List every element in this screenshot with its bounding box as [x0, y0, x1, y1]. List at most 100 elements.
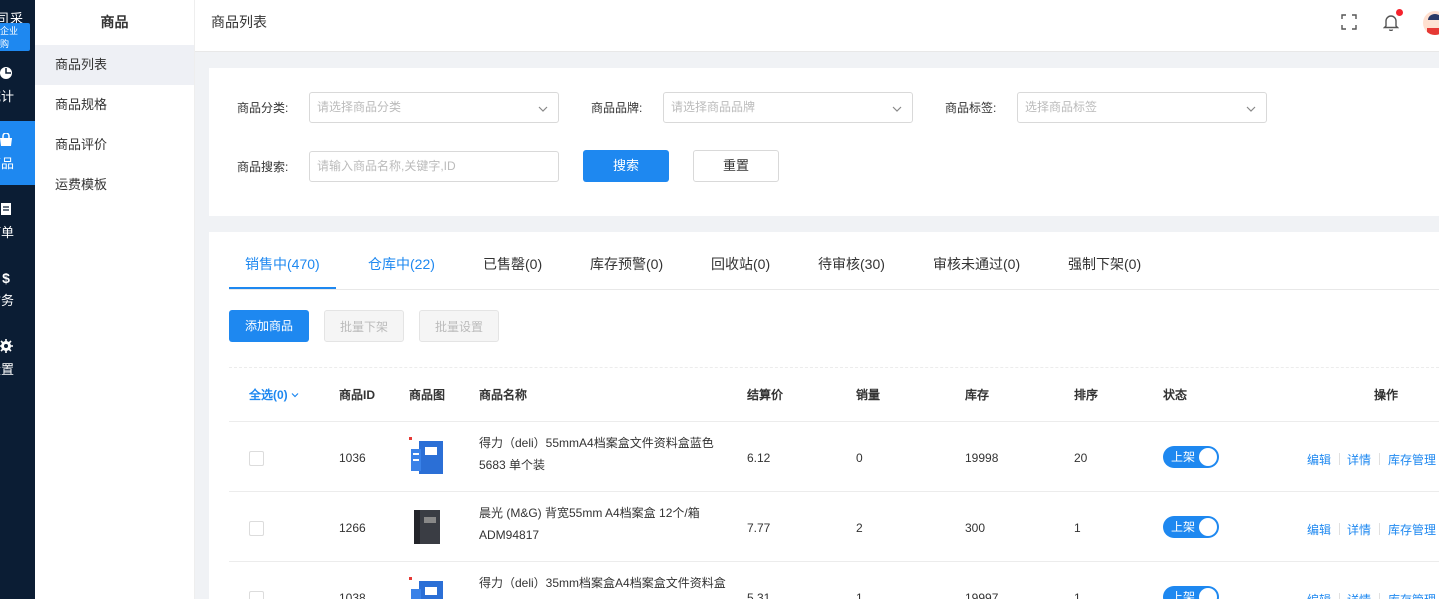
- status-label: 上架: [1171, 590, 1196, 599]
- brand-label: 商品品牌:: [591, 101, 643, 115]
- detail-link[interactable]: 详情: [1347, 591, 1371, 599]
- cell-sales: 2: [856, 521, 863, 535]
- edit-link[interactable]: 编辑: [1307, 451, 1331, 468]
- notification-dot: [1396, 9, 1403, 16]
- rail-item-orders[interactable]: 订单: [0, 190, 35, 254]
- main-nav-rail: 司采 企业购 统计 商品 订单 $ 财务 设置: [0, 0, 35, 599]
- header-ops: 操作: [1374, 388, 1399, 402]
- cell-id: 1266: [339, 521, 366, 535]
- chevron-down-icon: [892, 102, 902, 112]
- header-stock: 库存: [965, 388, 990, 402]
- sub-menu-title: 商品: [100, 14, 129, 30]
- filter-panel: 商品分类: 请选择商品分类 商品品牌: 请选择商品品牌 商品标签: 选择商品标签…: [209, 68, 1439, 216]
- cell-id: 1036: [339, 451, 366, 465]
- cell-sales: 0: [856, 451, 863, 465]
- tab-in-warehouse[interactable]: 仓库中(22): [368, 232, 435, 296]
- product-thumbnail: [409, 577, 445, 599]
- rail-item-stats[interactable]: 统计: [0, 54, 35, 118]
- category-label: 商品分类:: [237, 101, 289, 115]
- header-price: 结算价: [747, 388, 784, 402]
- status-label: 上架: [1171, 520, 1196, 534]
- search-input[interactable]: 请输入商品名称,关键字,ID: [309, 151, 559, 182]
- cell-stock: 300: [965, 521, 986, 535]
- batch-settings-button[interactable]: 批量设置: [419, 310, 499, 342]
- rail-label: 设置: [0, 362, 15, 377]
- search-button[interactable]: 搜索: [583, 150, 669, 182]
- row-divider: [229, 561, 1439, 562]
- sub-menu-item-goods-list[interactable]: 商品列表: [35, 45, 194, 85]
- cell-stock: 19998: [965, 451, 999, 465]
- row-checkbox[interactable]: [249, 521, 264, 536]
- chart-icon: [0, 66, 14, 82]
- brand-select[interactable]: 请选择商品品牌: [663, 92, 913, 123]
- row-checkbox[interactable]: [249, 591, 264, 599]
- cell-sort: 20: [1074, 451, 1088, 465]
- breadcrumb: 商品列表: [211, 14, 267, 30]
- category-select[interactable]: 请选择商品分类: [309, 92, 559, 123]
- logo-badge: 企业购: [0, 23, 30, 51]
- edit-link[interactable]: 编辑: [1307, 521, 1331, 538]
- search-label: 商品搜索:: [237, 160, 289, 174]
- toggle-knob: [1199, 448, 1217, 466]
- op-divider: [1339, 593, 1340, 599]
- fullscreen-icon[interactable]: [1341, 14, 1357, 30]
- tab-pending-review[interactable]: 待审核(30): [818, 232, 885, 296]
- stock-manage-link[interactable]: 库存管理: [1388, 591, 1436, 599]
- detail-link[interactable]: 详情: [1347, 451, 1371, 468]
- brand-placeholder: 请选择商品品牌: [671, 100, 756, 114]
- batch-off-shelf-button[interactable]: 批量下架: [324, 310, 404, 342]
- rail-item-settings[interactable]: 设置: [0, 327, 35, 391]
- cell-price: 6.12: [747, 451, 771, 465]
- sub-menu-item-goods-review[interactable]: 商品评价: [35, 125, 194, 165]
- status-toggle[interactable]: 上架: [1163, 586, 1219, 599]
- header-sales: 销量: [856, 388, 881, 402]
- rail-item-goods[interactable]: 商品: [0, 121, 35, 185]
- rail-label: 订单: [0, 225, 15, 240]
- rail-label: 商品: [0, 156, 15, 171]
- cell-name: 得力（deli）35mm档案盒A4档案盒文件资料盒: [479, 576, 726, 590]
- dollar-icon: $: [2, 270, 10, 286]
- stock-manage-link[interactable]: 库存管理: [1388, 451, 1436, 468]
- rail-label: 财务: [0, 293, 15, 308]
- header-status: 状态: [1163, 388, 1188, 402]
- sub-menu-item-shipping-template[interactable]: 运费模板: [35, 165, 194, 205]
- category-placeholder: 请选择商品分类: [317, 100, 402, 114]
- add-goods-button[interactable]: 添加商品: [229, 310, 309, 342]
- bell-icon[interactable]: [1382, 13, 1400, 32]
- cell-stock: 19997: [965, 591, 999, 599]
- op-divider: [1379, 453, 1380, 465]
- detail-link[interactable]: 详情: [1347, 521, 1371, 538]
- tag-select[interactable]: 选择商品标签: [1017, 92, 1267, 123]
- avatar[interactable]: [1423, 11, 1439, 35]
- tab-stock-warning[interactable]: 库存预警(0): [590, 232, 663, 296]
- status-tabs: 销售中(470) 仓库中(22) 已售罄(0) 库存预警(0) 回收站(0) 待…: [229, 232, 1439, 290]
- cell-name: 晨光 (M&G) 背宽55mm A4档案盒 12个/箱 ADM94817: [479, 506, 700, 542]
- app-logo: 司采 企业购: [0, 8, 30, 51]
- op-divider: [1379, 523, 1380, 535]
- cell-name: 得力（deli）55mmA4档案盒文件资料盒蓝色 5683 单个装: [479, 436, 714, 472]
- toggle-knob: [1199, 518, 1217, 536]
- chevron-down-icon: [291, 393, 299, 398]
- tab-review-rejected[interactable]: 审核未通过(0): [933, 232, 1020, 296]
- status-toggle[interactable]: 上架: [1163, 446, 1219, 468]
- rail-item-finance[interactable]: $ 财务: [0, 258, 35, 322]
- chevron-down-icon: [538, 102, 548, 112]
- tag-placeholder: 选择商品标签: [1025, 100, 1098, 114]
- cell-price: 7.77: [747, 521, 771, 535]
- tab-sold-out[interactable]: 已售罄(0): [483, 232, 542, 296]
- reset-button[interactable]: 重置: [693, 150, 779, 182]
- edit-link[interactable]: 编辑: [1307, 591, 1331, 599]
- row-divider: [229, 421, 1439, 422]
- select-all-label: 全选(0): [249, 388, 288, 402]
- divider: [229, 367, 1439, 368]
- chevron-down-icon: [1246, 102, 1256, 112]
- tab-recycle-bin[interactable]: 回收站(0): [711, 232, 770, 296]
- row-checkbox[interactable]: [249, 451, 264, 466]
- select-all[interactable]: 全选(0): [249, 386, 299, 403]
- status-toggle[interactable]: 上架: [1163, 516, 1219, 538]
- active-tab-indicator: [229, 287, 336, 289]
- tab-forced-off-shelf[interactable]: 强制下架(0): [1068, 232, 1141, 296]
- sub-menu-item-goods-spec[interactable]: 商品规格: [35, 85, 194, 125]
- tag-label: 商品标签:: [945, 101, 997, 115]
- stock-manage-link[interactable]: 库存管理: [1388, 521, 1436, 538]
